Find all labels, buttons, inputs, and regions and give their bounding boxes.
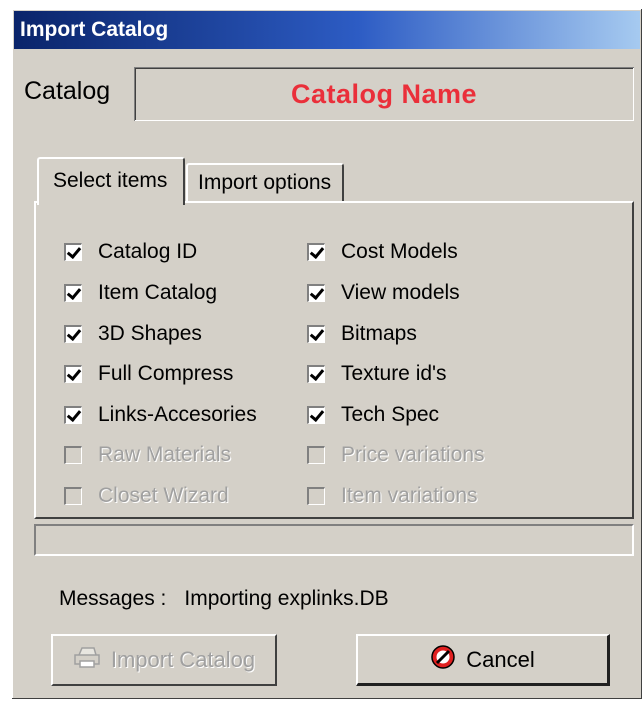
checkbox-label: Catalog ID: [98, 240, 198, 263]
checkbox-label: Tech Spec: [341, 403, 440, 426]
checkbox-box[interactable]: [307, 406, 325, 424]
checkbox-view-models[interactable]: View models: [307, 278, 460, 308]
printer-icon: [73, 645, 101, 675]
checkbox-label: Closet Wizard: [98, 484, 229, 507]
checkbox-label: View models: [341, 281, 460, 304]
checkbox-box: [307, 446, 325, 464]
tab-import-options[interactable]: Import options: [186, 163, 344, 201]
checkbox-full-compress[interactable]: Full Compress: [64, 359, 233, 389]
checkbox-price-variations: Price variations: [307, 440, 485, 470]
cancel-button[interactable]: Cancel: [356, 634, 610, 686]
checkbox-3d-shapes[interactable]: 3D Shapes: [64, 319, 202, 349]
import-progress-bar: [34, 524, 634, 556]
checkbox-tech-spec[interactable]: Tech Spec: [307, 400, 439, 430]
cancel-label: Cancel: [466, 646, 535, 672]
checkbox-label: Links-Accesories: [98, 403, 257, 426]
checkbox-box[interactable]: [307, 325, 325, 343]
checkbox-box: [64, 446, 82, 464]
checkbox-box[interactable]: [307, 284, 325, 302]
checkbox-catalog-id[interactable]: Catalog ID: [64, 237, 197, 267]
checkbox-raw-materials: Raw Materials: [64, 440, 231, 470]
checkbox-label: 3D Shapes: [98, 322, 202, 345]
checkbox-box[interactable]: [307, 243, 325, 261]
checkbox-bitmaps[interactable]: Bitmaps: [307, 319, 417, 349]
checkbox-item-catalog[interactable]: Item Catalog: [64, 278, 217, 308]
checkbox-box[interactable]: [64, 365, 82, 383]
catalog-name-field: Catalog Name: [134, 67, 634, 121]
checkbox-label: Cost Models: [341, 240, 458, 263]
checkbox-links-accesories[interactable]: Links-Accesories: [64, 400, 257, 430]
cancel-icon: [430, 644, 456, 676]
checkbox-label: Full Compress: [98, 362, 234, 385]
import-catalog-label: Import Catalog: [110, 647, 256, 672]
import-catalog-dialog: Import Catalog Catalog Catalog Name Sele…: [12, 9, 642, 699]
select-items-panel: Catalog ID Item Catalog 3D Shapes Full C…: [34, 201, 634, 519]
messages-value: Importing explinks.DB: [184, 587, 389, 610]
checkbox-label: Texture id's: [341, 362, 447, 385]
catalog-label: Catalog: [24, 77, 111, 105]
tab-select-items[interactable]: Select items: [37, 157, 185, 205]
checkbox-box[interactable]: [307, 365, 325, 383]
checkbox-texture-ids[interactable]: Texture id's: [307, 359, 447, 389]
import-catalog-button[interactable]: Import Catalog: [51, 634, 277, 686]
checkbox-label: Price variations: [341, 443, 485, 466]
checkbox-closet-wizard: Closet Wizard: [64, 481, 229, 511]
title-bar[interactable]: Import Catalog: [14, 11, 640, 49]
checkbox-label: Bitmaps: [341, 322, 417, 345]
checkbox-item-variations: Item variations: [307, 481, 478, 511]
checkbox-box[interactable]: [64, 406, 82, 424]
checkbox-box[interactable]: [64, 325, 82, 343]
checkbox-label: Item variations: [341, 484, 478, 507]
checkbox-box[interactable]: [64, 284, 82, 302]
checkbox-label: Item Catalog: [98, 281, 218, 304]
messages-label: Messages :: [59, 587, 167, 610]
checkbox-label: Raw Materials: [98, 443, 232, 466]
checkbox-box: [64, 487, 82, 505]
checkbox-cost-models[interactable]: Cost Models: [307, 237, 458, 267]
messages-line: Messages : Importing explinks.DB: [59, 587, 389, 611]
checkbox-box: [307, 487, 325, 505]
checkbox-box[interactable]: [64, 243, 82, 261]
